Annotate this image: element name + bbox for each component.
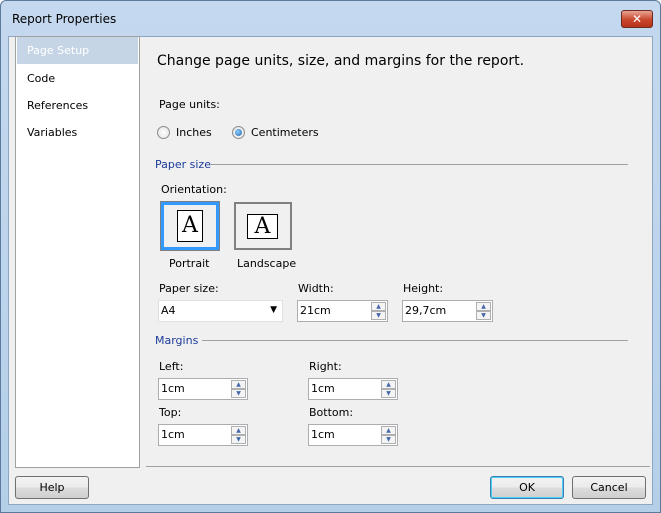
cancel-button[interactable]: Cancel [572, 476, 646, 499]
right-margin-label: Right: [309, 360, 342, 373]
spin-buttons[interactable]: ▲ ▼ [381, 426, 396, 444]
sidebar-item-code[interactable]: Code [17, 65, 138, 92]
spin-buttons[interactable]: ▲ ▼ [371, 302, 386, 320]
left-margin-value: 1cm [161, 382, 185, 395]
window-title: Report Properties [12, 12, 117, 26]
spin-down-icon[interactable]: ▼ [381, 435, 396, 444]
left-margin-stepper[interactable]: 1cm ▲ ▼ [158, 378, 248, 400]
top-margin-label: Top: [159, 406, 182, 419]
width-label: Width: [298, 282, 334, 295]
spin-down-icon[interactable]: ▼ [381, 389, 396, 398]
margins-group-title: Margins [155, 334, 199, 347]
spin-up-icon[interactable]: ▲ [231, 426, 246, 435]
spin-buttons[interactable]: ▲ ▼ [231, 380, 246, 398]
spin-down-icon[interactable]: ▼ [231, 389, 246, 398]
width-value: 21cm [300, 304, 331, 317]
bottom-margin-stepper[interactable]: 1cm ▲ ▼ [308, 424, 398, 446]
landscape-label: Landscape [237, 257, 297, 270]
inches-radio[interactable] [157, 126, 170, 139]
height-value: 29,7cm [405, 304, 447, 317]
right-margin-value: 1cm [311, 382, 335, 395]
centimeters-radio[interactable] [232, 126, 245, 139]
bottom-margin-label: Bottom: [309, 406, 354, 419]
height-stepper[interactable]: 29,7cm ▲ ▼ [402, 300, 493, 322]
left-margin-label: Left: [159, 360, 184, 373]
width-stepper[interactable]: 21cm ▲ ▼ [297, 300, 388, 322]
page-units-label: Page units: [159, 98, 220, 111]
divider [202, 340, 628, 341]
spin-up-icon[interactable]: ▲ [381, 380, 396, 389]
divider [211, 164, 628, 165]
paper-size-label: Paper size: [159, 282, 219, 295]
sidebar-item-page-setup[interactable]: Page Setup [17, 37, 138, 64]
portrait-label: Portrait [169, 257, 210, 270]
ok-button[interactable]: OK [490, 476, 564, 499]
centimeters-label[interactable]: Centimeters [251, 126, 319, 139]
portrait-page-icon: A [177, 210, 203, 242]
spin-down-icon[interactable]: ▼ [476, 311, 491, 320]
bottom-margin-value: 1cm [311, 428, 335, 441]
chevron-down-icon: ▼ [270, 305, 277, 315]
spin-down-icon[interactable]: ▼ [371, 311, 386, 320]
spin-buttons[interactable]: ▲ ▼ [476, 302, 491, 320]
help-button[interactable]: Help [15, 476, 89, 499]
close-icon[interactable]: ✕ [621, 10, 653, 28]
paper-size-value: A4 [161, 304, 176, 317]
page-heading: Change page units, size, and margins for… [157, 53, 525, 69]
spin-up-icon[interactable]: ▲ [476, 302, 491, 311]
top-margin-stepper[interactable]: 1cm ▲ ▼ [158, 424, 248, 446]
footer-divider [146, 466, 650, 467]
spin-down-icon[interactable]: ▼ [231, 435, 246, 444]
sidebar: Page Setup Code References Variables [15, 36, 140, 468]
sidebar-item-references[interactable]: References [17, 92, 138, 119]
spin-buttons[interactable]: ▲ ▼ [381, 380, 396, 398]
paper-size-group-title: Paper size [155, 158, 211, 171]
right-margin-stepper[interactable]: 1cm ▲ ▼ [308, 378, 398, 400]
spin-buttons[interactable]: ▲ ▼ [231, 426, 246, 444]
orientation-label: Orientation: [161, 183, 227, 196]
paper-size-select[interactable]: A4 ▼ [158, 300, 283, 322]
spin-up-icon[interactable]: ▲ [371, 302, 386, 311]
spin-up-icon[interactable]: ▲ [231, 380, 246, 389]
landscape-page-icon: A [247, 214, 278, 239]
sidebar-item-variables[interactable]: Variables [17, 119, 138, 146]
spin-up-icon[interactable]: ▲ [381, 426, 396, 435]
portrait-button[interactable]: A [160, 201, 220, 251]
inches-label[interactable]: Inches [176, 126, 212, 139]
top-margin-value: 1cm [161, 428, 185, 441]
landscape-button[interactable]: A [234, 202, 292, 250]
height-label: Height: [403, 282, 444, 295]
